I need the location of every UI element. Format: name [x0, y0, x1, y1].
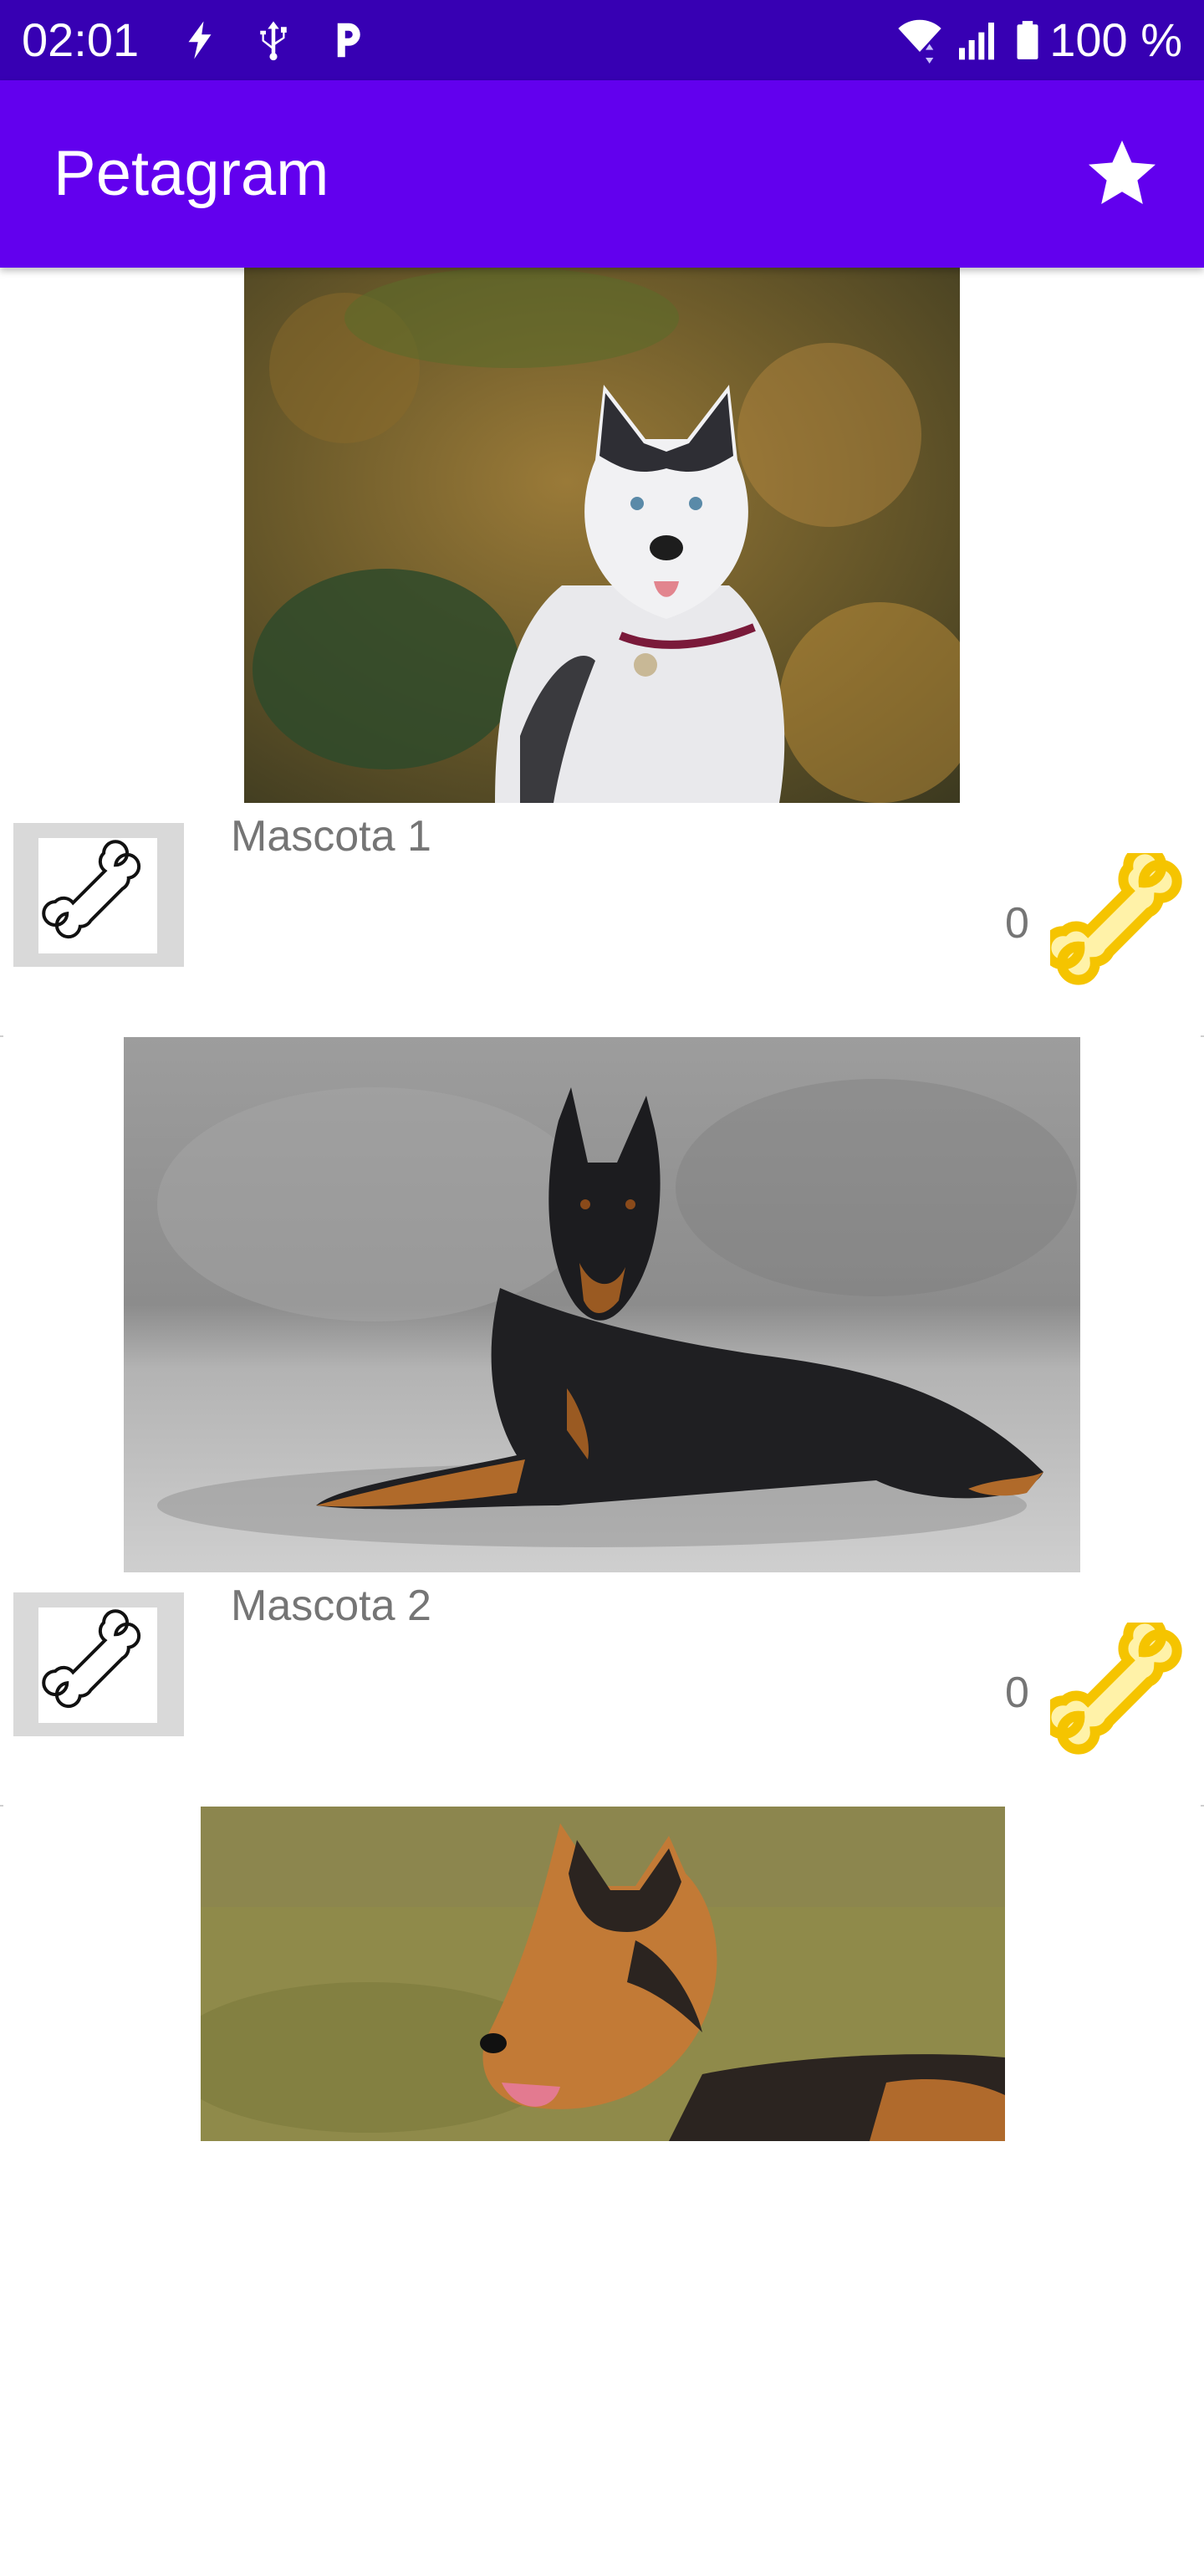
- battery-icon: [1017, 21, 1038, 59]
- status-bar: 02:01 100 %: [0, 0, 1204, 80]
- battery-percentage: 100 %: [1049, 13, 1182, 66]
- usb-icon: [260, 21, 287, 61]
- pet-card: [0, 1807, 1204, 2576]
- bone-outline-icon: [42, 840, 141, 939]
- wifi-icon: [898, 19, 941, 64]
- parking-icon: [337, 23, 360, 58]
- pet-name: Mascota 1: [231, 812, 431, 861]
- flash-icon: [188, 21, 212, 59]
- bone-button[interactable]: [13, 823, 184, 967]
- app-title: Petagram: [54, 138, 329, 209]
- signal-icon: [959, 23, 994, 60]
- status-time: 02:01: [22, 13, 140, 66]
- app-bar: Petagram: [0, 80, 1204, 268]
- doberman-photo: [124, 1037, 1080, 1572]
- gold-bone-icon: [1050, 1623, 1182, 1755]
- husky-photo: [244, 268, 960, 803]
- german-shepherd-photo: [201, 1807, 1005, 2141]
- gold-bone-icon: [1050, 853, 1182, 985]
- star-icon[interactable]: [1082, 134, 1162, 214]
- pet-card: Mascota 2 0: [0, 1037, 1204, 1807]
- pet-card: Mascota 1 0: [0, 268, 1204, 1037]
- bone-button[interactable]: [13, 1592, 184, 1736]
- bone-outline-icon: [42, 1609, 141, 1709]
- pet-list[interactable]: Mascota 1 0 Mascota 2 0: [0, 268, 1204, 2576]
- pet-name: Mascota 2: [231, 1582, 431, 1630]
- rating-count: 0: [1005, 1669, 1029, 1717]
- rating-count: 0: [1005, 899, 1029, 948]
